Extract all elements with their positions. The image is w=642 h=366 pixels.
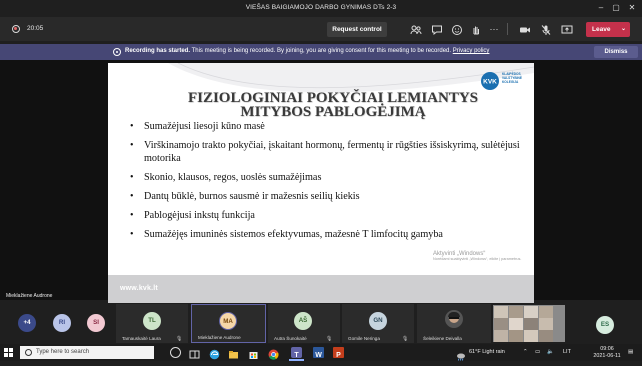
minimize-icon[interactable]: – xyxy=(596,3,606,13)
watermark-subtitle: Norėdami suaktyvinti „Windows“, eikite į… xyxy=(433,257,522,261)
close-icon[interactable]: ✕ xyxy=(627,3,637,13)
recording-message-text: This meeting is being recorded. By joini… xyxy=(190,48,452,54)
participant-tile-active[interactable]: MA Mieklažiene Audrone xyxy=(191,304,266,343)
participant-avatar[interactable]: RI xyxy=(53,314,71,332)
windows-activation-watermark: Aktyvinti „Windows“ Norėdami suaktyvinti… xyxy=(433,251,523,262)
share-icon[interactable] xyxy=(561,23,573,35)
leave-button[interactable]: Leave ⌄ xyxy=(586,22,630,37)
meeting-title: VIEŠAS BAIGIAMOJO DARBO GYNIMAS DTs 2-3 xyxy=(245,4,397,11)
slide-bullet-list: Sumažėjusi liesoji kūno masė Virškinamoj… xyxy=(128,120,528,247)
camera-icon[interactable] xyxy=(519,23,531,35)
slide-footer-bar xyxy=(108,275,534,303)
tray-chevron-icon[interactable]: ⌃ xyxy=(523,349,528,355)
gallery-video-tile[interactable] xyxy=(493,305,565,342)
recording-banner: Recording has started. This meeting is b… xyxy=(0,44,642,60)
participant-tile[interactable]: GN Gomile Neringa 🎙 xyxy=(342,304,414,343)
chevron-down-icon[interactable]: ⌄ xyxy=(621,22,626,37)
overflow-participants-button[interactable]: +4 xyxy=(18,314,36,332)
participant-avatar: GN xyxy=(369,312,387,330)
slide-bullet: Pablogėjusi inkstų funkcija xyxy=(128,209,528,222)
participant-name: Mieklažiene Audrone xyxy=(198,335,241,340)
recording-message: Recording has started. This meeting is b… xyxy=(125,48,489,54)
volume-icon[interactable]: 🔈 xyxy=(547,349,554,355)
chat-icon[interactable] xyxy=(431,23,443,36)
mic-icon[interactable] xyxy=(540,23,552,35)
taskbar-search-input[interactable]: Type here to search xyxy=(20,346,154,359)
dismiss-button[interactable]: Dismiss xyxy=(594,46,638,58)
svg-text:W: W xyxy=(315,352,322,359)
participant-photo xyxy=(445,310,463,328)
kvk-logo-caption: KLAIPĖDOS VALSTYBINĖ KOLEGIJA xyxy=(502,72,522,84)
participant-tile[interactable]: Šeleikiene Deivalla xyxy=(417,304,491,343)
toolbar-divider xyxy=(507,23,508,35)
people-icon[interactable] xyxy=(410,23,422,35)
search-placeholder: Type here to search xyxy=(36,349,90,355)
participant-name: Tamauskaitė Laura xyxy=(122,336,161,341)
more-icon[interactable]: ··· xyxy=(488,23,500,35)
participant-avatar: MA xyxy=(219,312,237,330)
weather-icon xyxy=(456,348,466,361)
recording-message-bold: Recording has started. xyxy=(125,48,191,54)
slide-bullet: Virškinamojo trakto pokyčiai, įskaitant … xyxy=(128,139,528,165)
kvk-logo-text: KVK xyxy=(483,78,497,85)
participant-avatar[interactable]: ES xyxy=(596,316,614,334)
slide-bullet: Dantų būklė, burnos sausmė ir mažesnis s… xyxy=(128,190,528,203)
slide-website: www.kvk.lt xyxy=(120,285,158,292)
task-view-icon[interactable] xyxy=(189,347,200,359)
slide-bullet: Sumažėjusi liesoji kūno masė xyxy=(128,120,528,133)
participant-name: Šeleikiene Deivalla xyxy=(423,336,462,341)
powerpoint-icon[interactable]: P xyxy=(333,347,344,359)
weather-text[interactable]: 61°F Light rain xyxy=(469,349,505,355)
request-control-button[interactable]: Request control xyxy=(327,22,387,37)
file-explorer-icon[interactable] xyxy=(228,347,239,359)
recording-indicator-icon xyxy=(12,25,20,33)
participant-tile[interactable]: AŠ Autra Šunokaitė 🎙 xyxy=(268,304,340,343)
participant-name: Gomile Neringa xyxy=(348,336,380,341)
slide-bullet: Skonio, klausos, regos, uoslės sumažėjim… xyxy=(128,171,528,184)
participant-name: Autra Šunokaitė xyxy=(274,336,307,341)
raise-hand-icon[interactable] xyxy=(470,23,482,35)
taskbar-clock[interactable]: 09:06 2021-06-11 xyxy=(588,346,626,359)
logo-caption-line: KOLEGIJA xyxy=(502,79,519,84)
language-indicator[interactable]: LIT xyxy=(563,349,571,355)
slide-title-line-2: MITYBOS PABLOGĖJIMĄ xyxy=(240,104,426,120)
reactions-icon[interactable] xyxy=(451,23,463,35)
search-icon xyxy=(25,349,32,356)
teams-icon[interactable]: T xyxy=(291,347,302,359)
cortana-icon[interactable] xyxy=(170,347,181,358)
mic-off-icon: 🎙 xyxy=(402,336,409,342)
participant-avatar: TL xyxy=(143,312,161,330)
windows-start-icon[interactable] xyxy=(4,348,13,357)
leave-label: Leave xyxy=(592,26,611,33)
window-title-bar: VIEŠAS BAIGIAMOJO DARBO GYNIMAS DTs 2-3 … xyxy=(0,0,642,17)
notifications-icon[interactable]: ▤ xyxy=(628,349,633,355)
presentation-slide: FIZIOLOGINIAI POKYČIAI LEMIANTYS MITYBOS… xyxy=(108,63,534,303)
mic-off-icon: 🎙 xyxy=(326,336,333,342)
slide-bullet: Sumažėjęs imuninės sistemos efektyvumas,… xyxy=(128,228,528,241)
participant-avatar[interactable]: SI xyxy=(87,314,105,332)
store-icon[interactable] xyxy=(248,347,259,359)
maximize-icon[interactable]: ▢ xyxy=(611,3,621,13)
record-icon xyxy=(113,48,121,56)
participant-avatar: AŠ xyxy=(294,312,312,330)
edge-icon[interactable] xyxy=(209,347,220,360)
network-icon[interactable]: ▭ xyxy=(535,349,540,355)
presenter-name: Mieklažiene Audrone xyxy=(6,293,53,299)
mic-off-icon: 🎙 xyxy=(176,336,183,342)
participant-tile[interactable]: TL Tamauskaitė Laura 🎙 xyxy=(116,304,188,343)
meeting-toolbar: 20:05 Request control ··· Leave ⌄ xyxy=(0,17,642,41)
svg-text:P: P xyxy=(336,352,341,359)
kvk-logo-icon: KVK xyxy=(481,72,499,90)
meeting-timer: 20:05 xyxy=(27,25,44,32)
clock-date: 2021-06-11 xyxy=(593,352,621,359)
windows-taskbar: Type here to search T W P 61°F Light rai… xyxy=(0,344,642,361)
privacy-policy-link[interactable]: Privacy policy xyxy=(453,48,490,54)
chrome-icon[interactable] xyxy=(268,347,279,360)
word-icon[interactable]: W xyxy=(313,347,324,359)
